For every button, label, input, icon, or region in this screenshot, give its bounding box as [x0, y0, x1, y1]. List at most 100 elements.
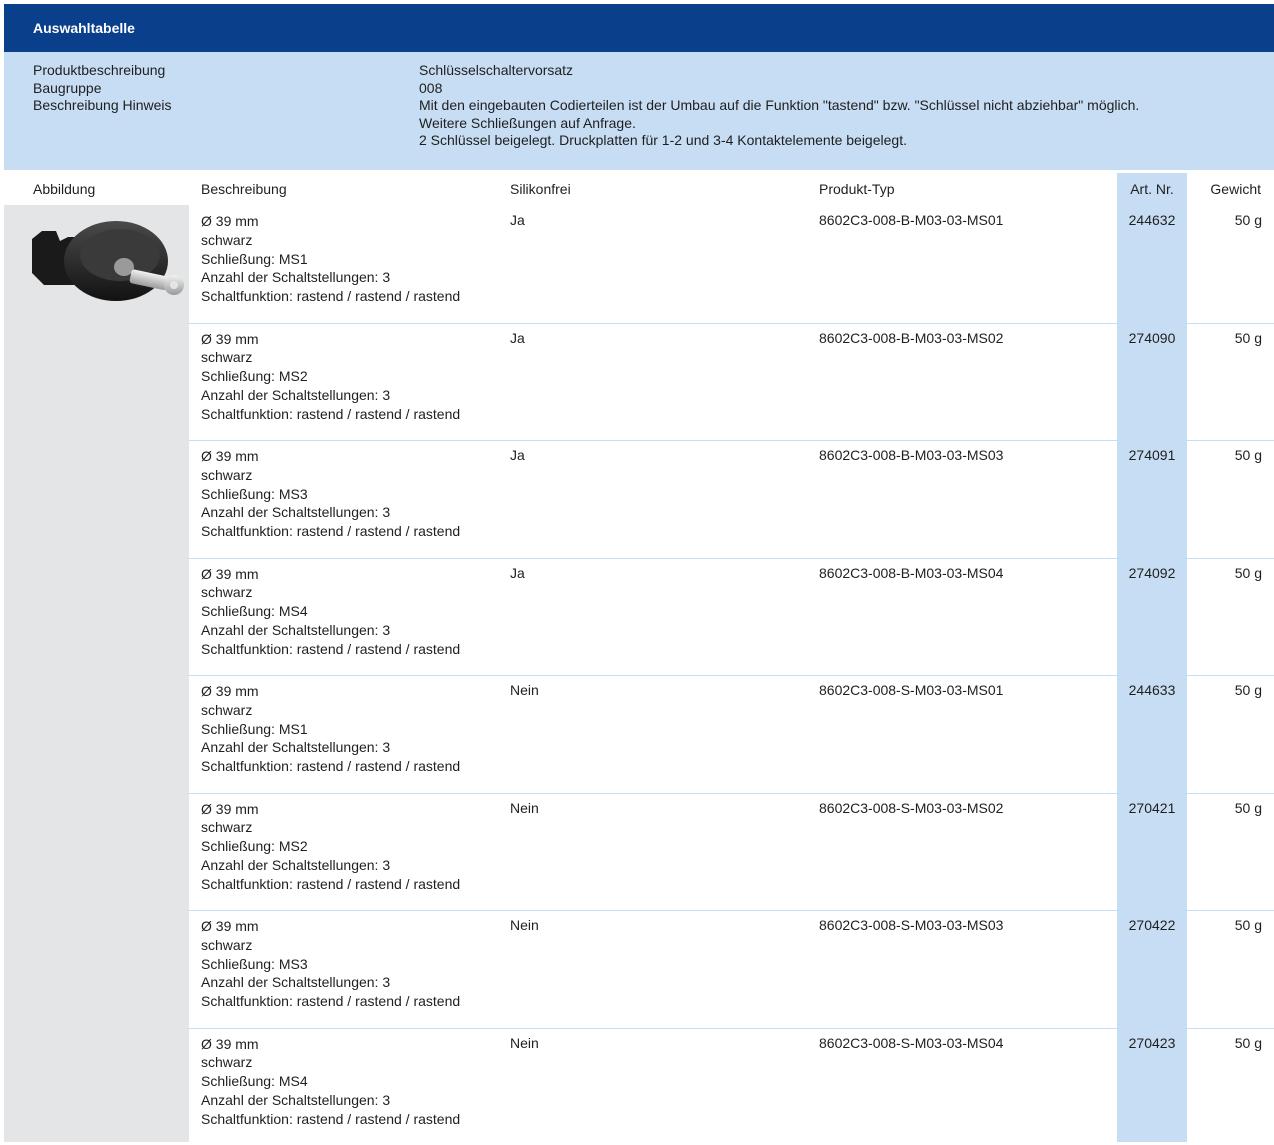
artnr-cell: 274091: [1117, 447, 1187, 463]
product-info-box: Produktbeschreibung Baugruppe Beschreibu…: [4, 52, 1274, 170]
gewicht-cell: 50 g: [1235, 800, 1262, 816]
gewicht-cell: 50 g: [1235, 565, 1262, 581]
description-line: schwarz: [201, 1053, 460, 1072]
description-line: schwarz: [201, 231, 460, 250]
produkttyp-cell: 8602C3-008-S-M03-03-MS01: [819, 682, 1003, 698]
description-line: Schließung: MS4: [201, 602, 460, 621]
key-switch-image: [24, 211, 188, 311]
silikonfrei-cell: Nein: [510, 917, 539, 933]
description-line: Schaltfunktion: rastend / rastend / rast…: [201, 1110, 460, 1129]
produkttyp-cell: 8602C3-008-S-M03-03-MS03: [819, 917, 1003, 933]
artnr-cell: 270422: [1117, 917, 1187, 933]
table-row: Ø 39 mmschwarzSchließung: MS2Anzahl der …: [189, 793, 1274, 911]
description-line: Ø 39 mm: [201, 565, 460, 584]
gewicht-cell: 50 g: [1235, 447, 1262, 463]
artnr-cell: 244633: [1117, 682, 1187, 698]
gewicht-cell: 50 g: [1235, 212, 1262, 228]
produkttyp-cell: 8602C3-008-S-M03-03-MS04: [819, 1035, 1003, 1051]
row-divider: [189, 910, 1274, 911]
description-line: Anzahl der Schaltstellungen: 3: [201, 503, 460, 522]
row-divider: [189, 558, 1274, 559]
row-description: Ø 39 mmschwarzSchließung: MS4Anzahl der …: [201, 1035, 460, 1129]
description-line: Schaltfunktion: rastend / rastend / rast…: [201, 640, 460, 659]
description-line: Schließung: MS1: [201, 720, 460, 739]
description-line: Schaltfunktion: rastend / rastend / rast…: [201, 992, 460, 1011]
description-line: Schließung: MS1: [201, 250, 460, 269]
description-line: schwarz: [201, 936, 460, 955]
row-divider: [189, 323, 1274, 324]
column-header-beschreibung: Beschreibung: [201, 173, 287, 205]
column-header-silikonfrei: Silikonfrei: [510, 173, 571, 205]
column-header-gewicht: Gewicht: [1210, 173, 1261, 205]
description-line: schwarz: [201, 701, 460, 720]
table-row: Ø 39 mmschwarzSchließung: MS3Anzahl der …: [189, 440, 1274, 558]
row-divider: [189, 1028, 1274, 1029]
description-line: Schließung: MS3: [201, 485, 460, 504]
row-description: Ø 39 mmschwarzSchließung: MS4Anzahl der …: [201, 565, 460, 659]
description-line: Schaltfunktion: rastend / rastend / rast…: [201, 875, 460, 894]
description-line: Ø 39 mm: [201, 447, 460, 466]
gewicht-cell: 50 g: [1235, 330, 1262, 346]
description-line: Anzahl der Schaltstellungen: 3: [201, 386, 460, 405]
gewicht-cell: 50 g: [1235, 682, 1262, 698]
description-line: Ø 39 mm: [201, 682, 460, 701]
table-row: Ø 39 mmschwarzSchließung: MS2Anzahl der …: [189, 323, 1274, 441]
info-label-hinweis: Beschreibung Hinweis: [33, 97, 172, 115]
description-line: Schließung: MS4: [201, 1072, 460, 1091]
column-header-produkttyp: Produkt-Typ: [819, 173, 894, 205]
silikonfrei-cell: Ja: [510, 565, 525, 581]
description-line: Anzahl der Schaltstellungen: 3: [201, 973, 460, 992]
row-divider: [189, 440, 1274, 441]
artnr-cell: 270421: [1117, 800, 1187, 816]
description-line: Ø 39 mm: [201, 917, 460, 936]
section-header: Auswahltabelle: [4, 4, 1274, 52]
produkttyp-cell: 8602C3-008-S-M03-03-MS02: [819, 800, 1003, 816]
row-description: Ø 39 mmschwarzSchließung: MS1Anzahl der …: [201, 212, 460, 306]
description-line: schwarz: [201, 583, 460, 602]
description-line: Ø 39 mm: [201, 212, 460, 231]
gewicht-cell: 50 g: [1235, 1035, 1262, 1051]
artnr-cell: 270423: [1117, 1035, 1187, 1051]
table-row: Ø 39 mmschwarzSchließung: MS1Anzahl der …: [189, 675, 1274, 793]
row-description: Ø 39 mmschwarzSchließung: MS2Anzahl der …: [201, 330, 460, 424]
artnr-cell: 274090: [1117, 330, 1187, 346]
table-row: Ø 39 mmschwarzSchließung: MS3Anzahl der …: [189, 910, 1274, 1028]
description-line: Anzahl der Schaltstellungen: 3: [201, 1091, 460, 1110]
description-line: schwarz: [201, 348, 460, 367]
table-row: Ø 39 mmschwarzSchließung: MS4Anzahl der …: [189, 1028, 1274, 1145]
description-line: Anzahl der Schaltstellungen: 3: [201, 738, 460, 757]
silikonfrei-cell: Nein: [510, 682, 539, 698]
description-line: Anzahl der Schaltstellungen: 3: [201, 856, 460, 875]
info-value-baugruppe: 008: [419, 80, 1269, 98]
description-line: schwarz: [201, 466, 460, 485]
info-value-produktbeschreibung: Schlüsselschaltervorsatz: [419, 62, 1269, 80]
silikonfrei-cell: Nein: [510, 800, 539, 816]
produkttyp-cell: 8602C3-008-B-M03-03-MS03: [819, 447, 1003, 463]
description-line: Schließung: MS2: [201, 367, 460, 386]
silikonfrei-cell: Ja: [510, 447, 525, 463]
info-label-produktbeschreibung: Produktbeschreibung: [33, 62, 172, 80]
description-line: Anzahl der Schaltstellungen: 3: [201, 621, 460, 640]
silikonfrei-cell: Nein: [510, 1035, 539, 1051]
info-labels: Produktbeschreibung Baugruppe Beschreibu…: [33, 62, 172, 115]
silikonfrei-cell: Ja: [510, 212, 525, 228]
description-line: Schaltfunktion: rastend / rastend / rast…: [201, 405, 460, 424]
section-title: Auswahltabelle: [33, 20, 135, 36]
artnr-cell: 244632: [1117, 212, 1187, 228]
info-value-hinweis-1: Mit den eingebauten Codierteilen ist der…: [419, 97, 1269, 115]
info-value-hinweis-3: 2 Schlüssel beigelegt. Druckplatten für …: [419, 132, 1269, 150]
description-line: Schließung: MS3: [201, 955, 460, 974]
column-header-artnr: Art. Nr.: [1117, 173, 1187, 205]
description-line: Anzahl der Schaltstellungen: 3: [201, 268, 460, 287]
description-line: Schaltfunktion: rastend / rastend / rast…: [201, 287, 460, 306]
description-line: Schaltfunktion: rastend / rastend / rast…: [201, 757, 460, 776]
row-description: Ø 39 mmschwarzSchließung: MS3Anzahl der …: [201, 917, 460, 1011]
info-values: Schlüsselschaltervorsatz 008 Mit den ein…: [419, 62, 1269, 150]
description-line: Ø 39 mm: [201, 330, 460, 349]
table-row: Ø 39 mmschwarzSchließung: MS1Anzahl der …: [189, 205, 1274, 323]
description-line: schwarz: [201, 818, 460, 837]
column-header-abbildung: Abbildung: [33, 173, 95, 205]
image-column-background: [4, 205, 189, 1142]
row-description: Ø 39 mmschwarzSchließung: MS2Anzahl der …: [201, 800, 460, 894]
produkttyp-cell: 8602C3-008-B-M03-03-MS04: [819, 565, 1003, 581]
